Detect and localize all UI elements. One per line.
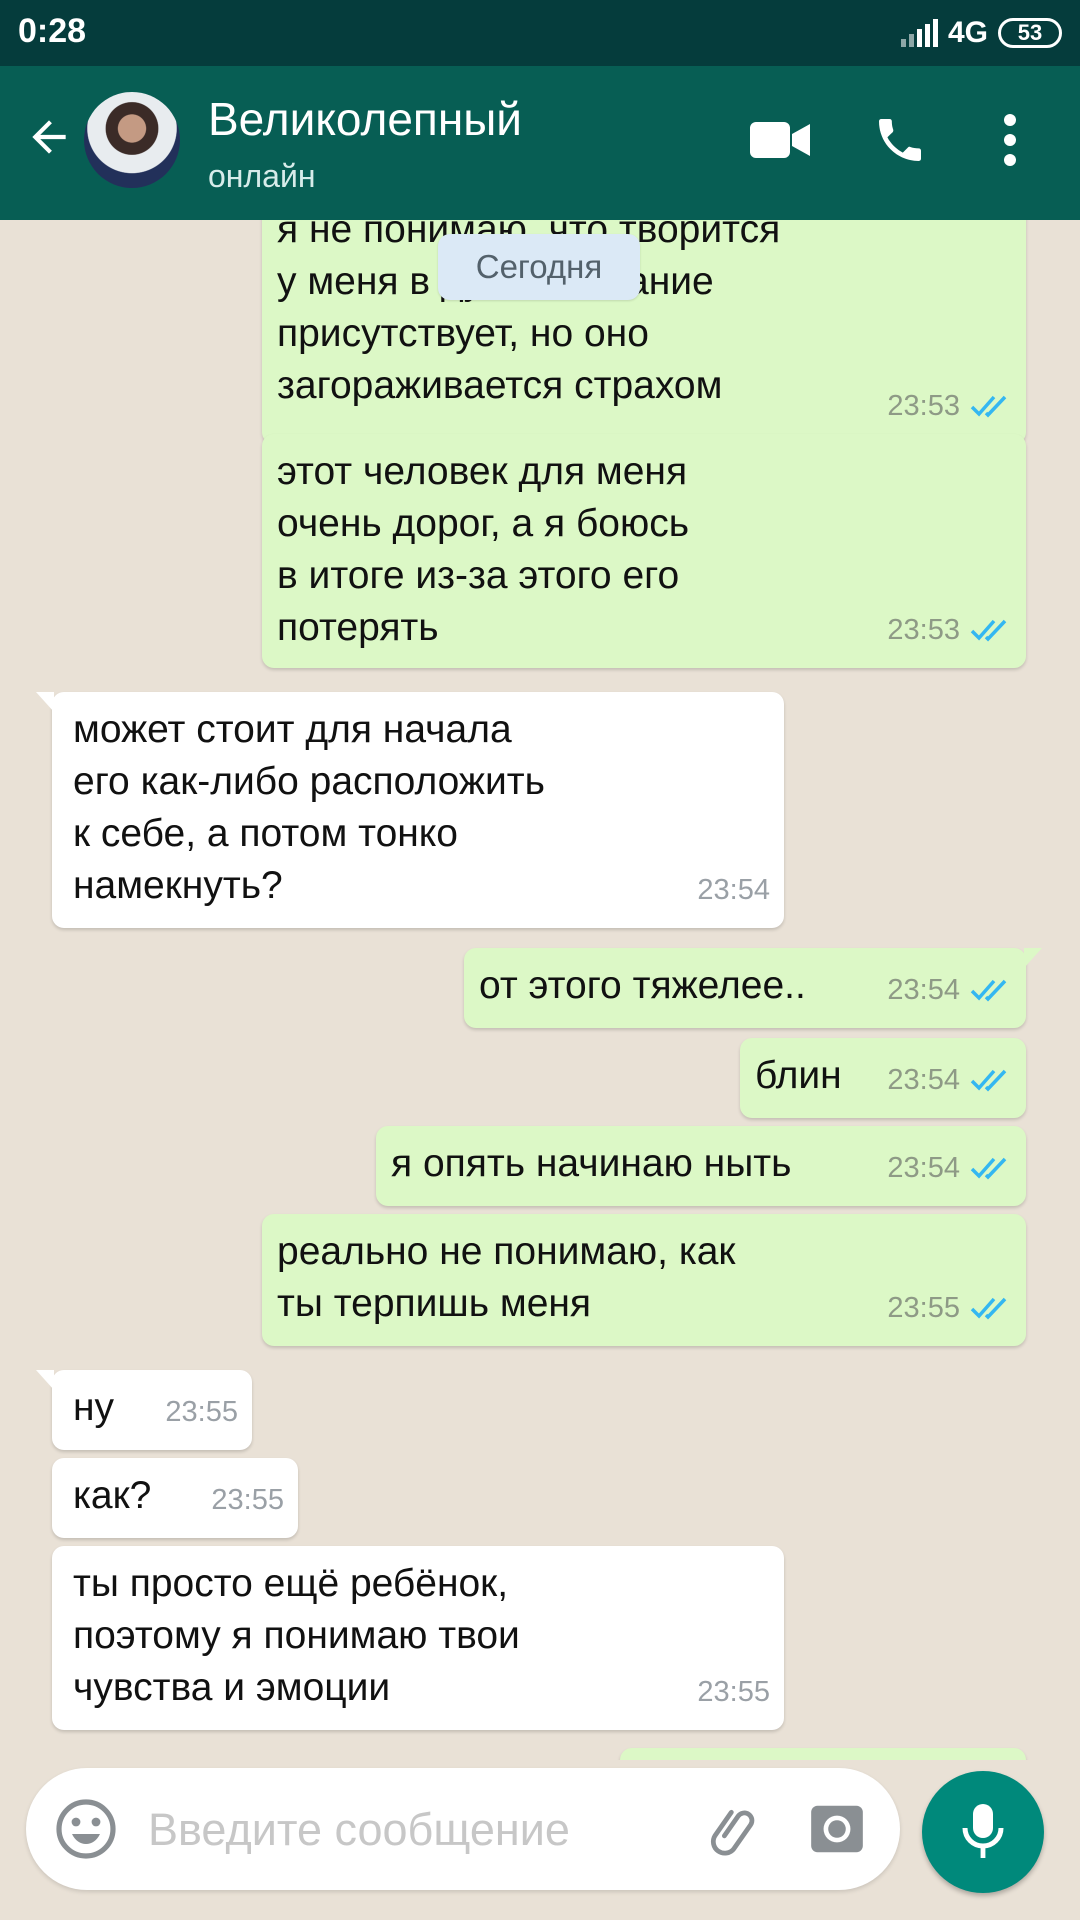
message-composer	[26, 1768, 900, 1890]
attach-icon[interactable]	[706, 1800, 766, 1860]
message-input[interactable]	[146, 1788, 690, 1872]
status-bar: 0:28 4G 53	[0, 0, 1080, 66]
message-time: 23:55	[887, 1292, 960, 1324]
contact-status: онлайн	[208, 158, 316, 194]
message-text: ты просто ещё ребёнок, поэтому я понимаю…	[73, 1562, 520, 1709]
mic-icon	[962, 1804, 1004, 1858]
message-list[interactable]: я не понимаю, что творится у меня в душе…	[0, 220, 1080, 1760]
phone-icon[interactable]	[866, 106, 934, 174]
message-bubble[interactable]: ты просто ещё ребёнок, поэтому я понимаю…	[52, 1546, 784, 1730]
network-type: 4G	[947, 16, 988, 49]
message-bubble[interactable]: я опять начинаю ныть 23:54	[376, 1126, 1026, 1206]
message-bubble[interactable]: может стоит для начала его как-либо расп…	[36, 692, 784, 928]
double-check-icon	[970, 1069, 1007, 1092]
double-check-icon	[970, 979, 1007, 1002]
emoji-icon[interactable]	[54, 1797, 118, 1861]
message-time: 23:54	[887, 1064, 960, 1096]
status-indicators: 4G 53	[900, 14, 1062, 52]
chat-header: Великолепный онлайн	[0, 66, 1080, 220]
message-time: 23:55	[165, 1396, 238, 1428]
message-bubble-partial	[620, 1748, 1026, 1760]
camera-icon[interactable]	[806, 1798, 868, 1860]
message-time: 23:55	[697, 1676, 770, 1708]
arrow-left-icon[interactable]	[24, 112, 74, 162]
message-bubble[interactable]: я не понимаю, что творится у меня в душе…	[262, 220, 1026, 444]
message-time: 23:54	[887, 1152, 960, 1184]
mic-button[interactable]	[922, 1771, 1044, 1893]
avatar[interactable]	[84, 92, 180, 188]
contact-name[interactable]: Великолепный	[208, 92, 522, 146]
more-vert-icon[interactable]	[976, 106, 1044, 174]
message-time: 23:54	[697, 874, 770, 906]
message-bubble[interactable]: реально не понимаю, как ты терпишь меня …	[262, 1214, 1026, 1346]
status-time: 0:28	[18, 12, 87, 50]
message-bubble[interactable]: от этого тяжелее.. 23:54	[464, 948, 1042, 1028]
message-bubble[interactable]: ну 23:55	[36, 1370, 252, 1450]
message-text: может стоит для начала его как-либо расп…	[73, 708, 545, 907]
message-bubble[interactable]: этот человек для меня очень дорог, а я б…	[262, 434, 1026, 668]
message-time: 23:54	[887, 974, 960, 1006]
message-bubble[interactable]: как? 23:55	[52, 1458, 298, 1538]
double-check-icon	[970, 1297, 1007, 1320]
date-separator: Сегодня	[438, 234, 640, 300]
double-check-icon	[970, 619, 1007, 642]
battery-level: 53	[1017, 20, 1043, 45]
double-check-icon	[970, 1157, 1007, 1180]
message-time: 23:53	[887, 614, 960, 646]
double-check-icon	[970, 395, 1007, 418]
video-call-icon[interactable]	[746, 106, 814, 174]
battery-icon: 53	[998, 18, 1062, 48]
message-time: 23:55	[211, 1484, 284, 1516]
message-time: 23:53	[887, 390, 960, 422]
signal-icon	[900, 19, 938, 47]
message-bubble[interactable]: блин 23:54	[740, 1038, 1026, 1118]
